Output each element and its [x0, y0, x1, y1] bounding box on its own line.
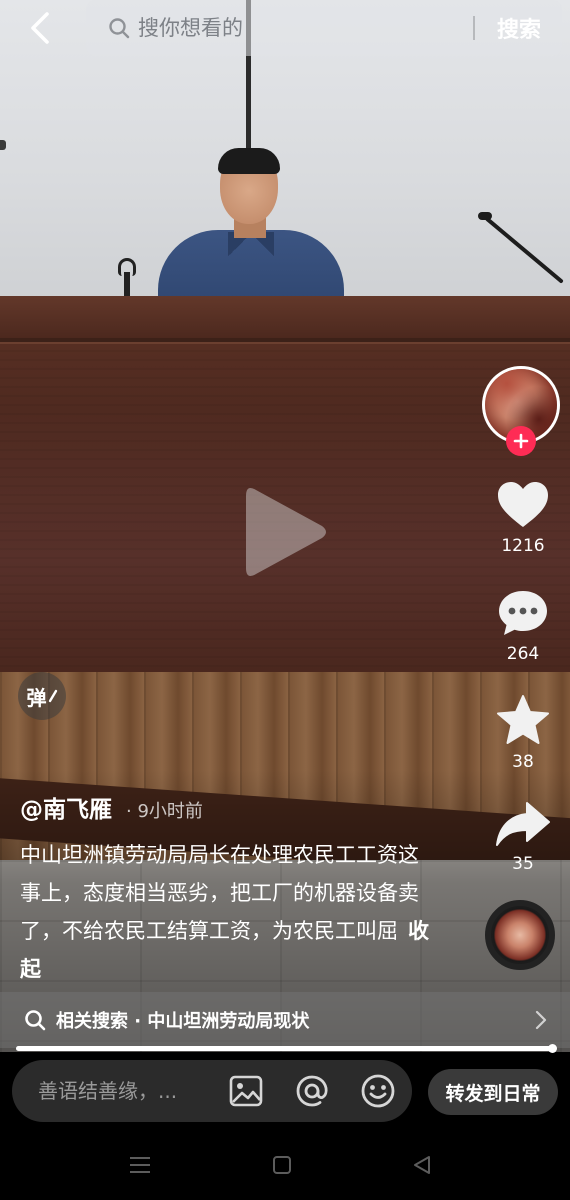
- post-timestamp: · 9小时前: [126, 801, 203, 822]
- comment-bar[interactable]: [12, 1060, 412, 1122]
- related-search-icon: [24, 1009, 46, 1031]
- follow-button[interactable]: [506, 426, 536, 456]
- heart-icon: [498, 482, 548, 527]
- back-arrow-icon: [31, 12, 49, 44]
- comment-button[interactable]: 264: [488, 588, 558, 664]
- danmaku-slash-icon: [48, 689, 57, 703]
- share-to-daily-button[interactable]: 转发到日常: [428, 1069, 558, 1115]
- favorite-count: 38: [512, 752, 534, 772]
- mention-icon[interactable]: [294, 1073, 330, 1109]
- music-disc[interactable]: [485, 900, 555, 970]
- share-button[interactable]: 35: [488, 800, 558, 874]
- comment-count: 264: [506, 644, 540, 664]
- plus-icon: [513, 433, 529, 449]
- share-count: 35: [512, 854, 534, 874]
- share-arrow-icon: [496, 802, 550, 846]
- danmaku-toggle[interactable]: 弹: [18, 672, 66, 720]
- video-microphone-right: [478, 212, 570, 302]
- star-icon: [497, 695, 549, 744]
- back-triangle-icon: [414, 1156, 430, 1174]
- like-count: 1216: [501, 536, 545, 556]
- like-button[interactable]: 1216: [488, 480, 558, 556]
- related-search-text: 相关搜索 · 中山坦洲劳动局现状: [56, 1011, 310, 1032]
- home-square-icon: [273, 1156, 291, 1174]
- emoji-icon[interactable]: [360, 1073, 396, 1109]
- video-bracket: [0, 140, 6, 150]
- video-podium-top: [0, 296, 570, 342]
- back-nav-button[interactable]: [402, 1150, 442, 1180]
- search-input[interactable]: [138, 8, 458, 48]
- caption-text: 中山坦洲镇劳动局局长在处理农民工工资这事上，态度相当恶劣，把工厂的机器设备卖了，…: [20, 843, 419, 943]
- system-nav-bar: [0, 1130, 570, 1200]
- search-icon: [108, 17, 130, 39]
- chevron-right-icon: [535, 1010, 547, 1030]
- search-divider: [473, 16, 475, 40]
- related-search-bar[interactable]: 相关搜索 · 中山坦洲劳动局现状: [0, 992, 570, 1048]
- video-person: [158, 148, 344, 310]
- author-row: @南飞雁 · 9小时前: [20, 790, 203, 824]
- favorite-button[interactable]: 38: [488, 694, 558, 772]
- comment-icon: [499, 591, 547, 635]
- comment-input[interactable]: [38, 1079, 208, 1103]
- play-icon: [246, 488, 326, 576]
- video-progress-bar[interactable]: [16, 1044, 557, 1053]
- back-button[interactable]: [22, 10, 58, 46]
- image-icon[interactable]: [228, 1073, 264, 1109]
- play-button[interactable]: [242, 482, 330, 582]
- progress-fill: [16, 1046, 552, 1051]
- post-caption: 中山坦洲镇劳动局局长在处理农民工工资这事上，态度相当恶劣，把工厂的机器设备卖了，…: [20, 836, 430, 988]
- menu-lines-icon: [130, 1157, 150, 1173]
- progress-knob[interactable]: [548, 1044, 557, 1053]
- danmaku-label: 弹: [26, 685, 47, 710]
- search-submit-button[interactable]: 搜索: [486, 8, 552, 48]
- menu-nav-button[interactable]: [120, 1150, 160, 1180]
- search-bar[interactable]: 搜索: [86, 0, 562, 56]
- video-microphone-left: [116, 258, 138, 298]
- home-nav-button[interactable]: [262, 1150, 302, 1180]
- video-podium-trim: [0, 338, 570, 344]
- author-name[interactable]: @南飞雁: [20, 790, 112, 824]
